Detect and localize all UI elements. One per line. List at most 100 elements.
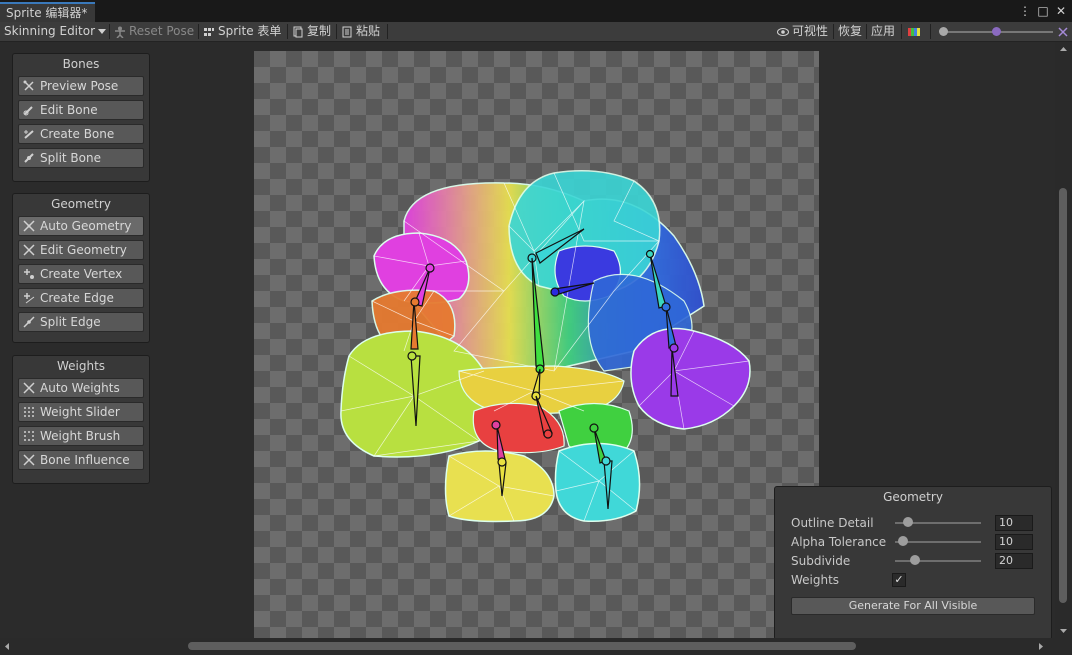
weight-brush-button[interactable]: Weight Brush: [18, 426, 144, 446]
horizontal-scroll-thumb[interactable]: [188, 642, 856, 650]
dropdown-arrow-icon: [98, 28, 106, 34]
character-sprite: [340, 170, 751, 523]
edit-bone-label: Edit Bone: [40, 103, 98, 117]
reset-pose-button[interactable]: Reset Pose: [114, 22, 194, 41]
horizontal-scrollbar[interactable]: [0, 638, 1060, 655]
alpha-tolerance-row: Alpha Tolerance 10: [791, 533, 1041, 551]
opacity-slider[interactable]: [937, 22, 1057, 41]
copy-label: 复制: [307, 24, 332, 38]
toolbar: Skinning Editor Reset Pose Sprite 表单 复制 …: [0, 22, 1072, 42]
generate-for-all-visible-button[interactable]: Generate For All Visible: [791, 597, 1035, 615]
close-icon[interactable]: ✕: [1054, 4, 1068, 18]
color-palette-icon: [908, 27, 920, 36]
bone-influence-label: Bone Influence: [40, 453, 130, 467]
geometry-settings-title: Geometry: [883, 490, 943, 504]
weights-label: Weights: [791, 573, 840, 587]
weight-slider-label: Weight Slider: [40, 405, 120, 419]
subdivide-row: Subdivide 20: [791, 552, 1041, 570]
geometry-panel-title: Geometry: [51, 197, 111, 211]
weights-panel: Weights Auto Weights Weight Slider Weigh…: [12, 355, 150, 484]
paste-label: 粘贴: [356, 24, 381, 38]
split-bone-icon: [24, 153, 34, 163]
geometry-settings-panel: Geometry Outline Detail 10 Alpha Toleran…: [774, 486, 1052, 640]
copy-icon: [293, 26, 303, 37]
maximize-icon[interactable]: □: [1036, 4, 1050, 18]
scroll-right-icon[interactable]: [1036, 638, 1046, 655]
visibility-label: 可视性: [792, 24, 829, 38]
window-controls: ⋮ □ ✕: [1018, 2, 1068, 20]
edit-geometry-icon: [23, 244, 35, 256]
outline-detail-slider[interactable]: [895, 517, 981, 527]
weight-slider-icon: [24, 407, 34, 417]
auto-geometry-button[interactable]: Auto Geometry: [18, 216, 144, 236]
revert-button[interactable]: 恢复: [838, 22, 862, 41]
more-options-icon[interactable]: ⋮: [1018, 4, 1032, 18]
create-bone-button[interactable]: Create Bone: [18, 124, 144, 144]
edit-geometry-label: Edit Geometry: [40, 243, 127, 257]
geometry-panel: Geometry Auto Geometry Edit Geometry Cre…: [12, 193, 150, 343]
outline-detail-row: Outline Detail 10: [791, 514, 1041, 532]
mode-label: Skinning Editor: [4, 24, 95, 38]
subdivide-field[interactable]: 20: [995, 553, 1033, 569]
create-vertex-label: Create Vertex: [40, 267, 123, 281]
sprite-table-button[interactable]: Sprite 表单: [203, 22, 281, 41]
eye-icon: [777, 27, 789, 36]
weights-checkbox[interactable]: ✓: [892, 573, 906, 587]
tab-bar: Sprite 编辑器* ⋮ □ ✕: [0, 0, 1072, 22]
weight-brush-icon: [24, 431, 34, 441]
mode-dropdown[interactable]: Skinning Editor: [4, 22, 106, 41]
weights-row: Weights ✓: [791, 571, 1041, 589]
create-edge-button[interactable]: Create Edge: [18, 288, 144, 308]
weight-brush-label: Weight Brush: [40, 429, 121, 443]
edit-geometry-button[interactable]: Edit Geometry: [18, 240, 144, 260]
create-bone-label: Create Bone: [40, 127, 115, 141]
split-bone-button[interactable]: Split Bone: [18, 148, 144, 168]
bone-visibility-icon[interactable]: [1058, 22, 1068, 41]
scroll-up-icon[interactable]: [1055, 44, 1072, 54]
split-edge-button[interactable]: Split Edge: [18, 312, 144, 332]
create-bone-icon: [24, 130, 34, 139]
scroll-left-icon[interactable]: [2, 638, 12, 655]
bones-panel: Bones Preview Pose Edit Bone Create Bone…: [12, 53, 150, 182]
auto-weights-icon: [23, 382, 35, 394]
alpha-tolerance-field[interactable]: 10: [995, 534, 1033, 550]
edit-bone-icon: [23, 106, 33, 116]
bone-influence-icon: [23, 454, 35, 466]
preview-pose-button[interactable]: Preview Pose: [18, 76, 144, 96]
visibility-button[interactable]: 可视性: [777, 22, 828, 41]
vertical-scroll-thumb[interactable]: [1059, 188, 1067, 603]
create-edge-label: Create Edge: [40, 291, 114, 305]
alpha-tolerance-label: Alpha Tolerance: [791, 535, 887, 549]
apply-button[interactable]: 应用: [871, 22, 895, 41]
subdivide-label: Subdivide: [791, 554, 851, 568]
tab-sprite-editor[interactable]: Sprite 编辑器*: [0, 2, 96, 22]
edit-bone-button[interactable]: Edit Bone: [18, 100, 144, 120]
scroll-down-icon[interactable]: [1055, 626, 1072, 636]
outline-detail-label: Outline Detail: [791, 516, 874, 530]
auto-weights-button[interactable]: Auto Weights: [18, 378, 144, 398]
alpha-tolerance-slider[interactable]: [895, 536, 981, 546]
split-bone-label: Split Bone: [40, 151, 101, 165]
bone-influence-button[interactable]: Bone Influence: [18, 450, 144, 470]
weight-slider-button[interactable]: Weight Slider: [18, 402, 144, 422]
color-mode-button[interactable]: [908, 22, 922, 41]
revert-label: 恢复: [838, 24, 863, 38]
paste-icon: [342, 26, 352, 37]
split-edge-label: Split Edge: [40, 315, 101, 329]
auto-geometry-icon: [23, 220, 35, 232]
paste-button[interactable]: 粘贴: [341, 22, 380, 41]
vertical-scrollbar[interactable]: [1055, 42, 1072, 638]
sprite-sheet-icon: [204, 27, 214, 36]
preview-pose-icon: [23, 80, 34, 91]
create-edge-icon: [24, 293, 35, 304]
create-vertex-icon: [24, 269, 34, 279]
reset-pose-label: Reset Pose: [129, 24, 195, 38]
subdivide-slider[interactable]: [895, 555, 981, 565]
create-vertex-button[interactable]: Create Vertex: [18, 264, 144, 284]
pose-figure-icon: [115, 26, 125, 38]
outline-detail-field[interactable]: 10: [995, 515, 1033, 531]
preview-pose-label: Preview Pose: [40, 79, 119, 93]
sprite-table-label: Sprite 表单: [218, 24, 282, 38]
sprite-canvas[interactable]: [254, 51, 819, 638]
copy-button[interactable]: 复制: [292, 22, 331, 41]
